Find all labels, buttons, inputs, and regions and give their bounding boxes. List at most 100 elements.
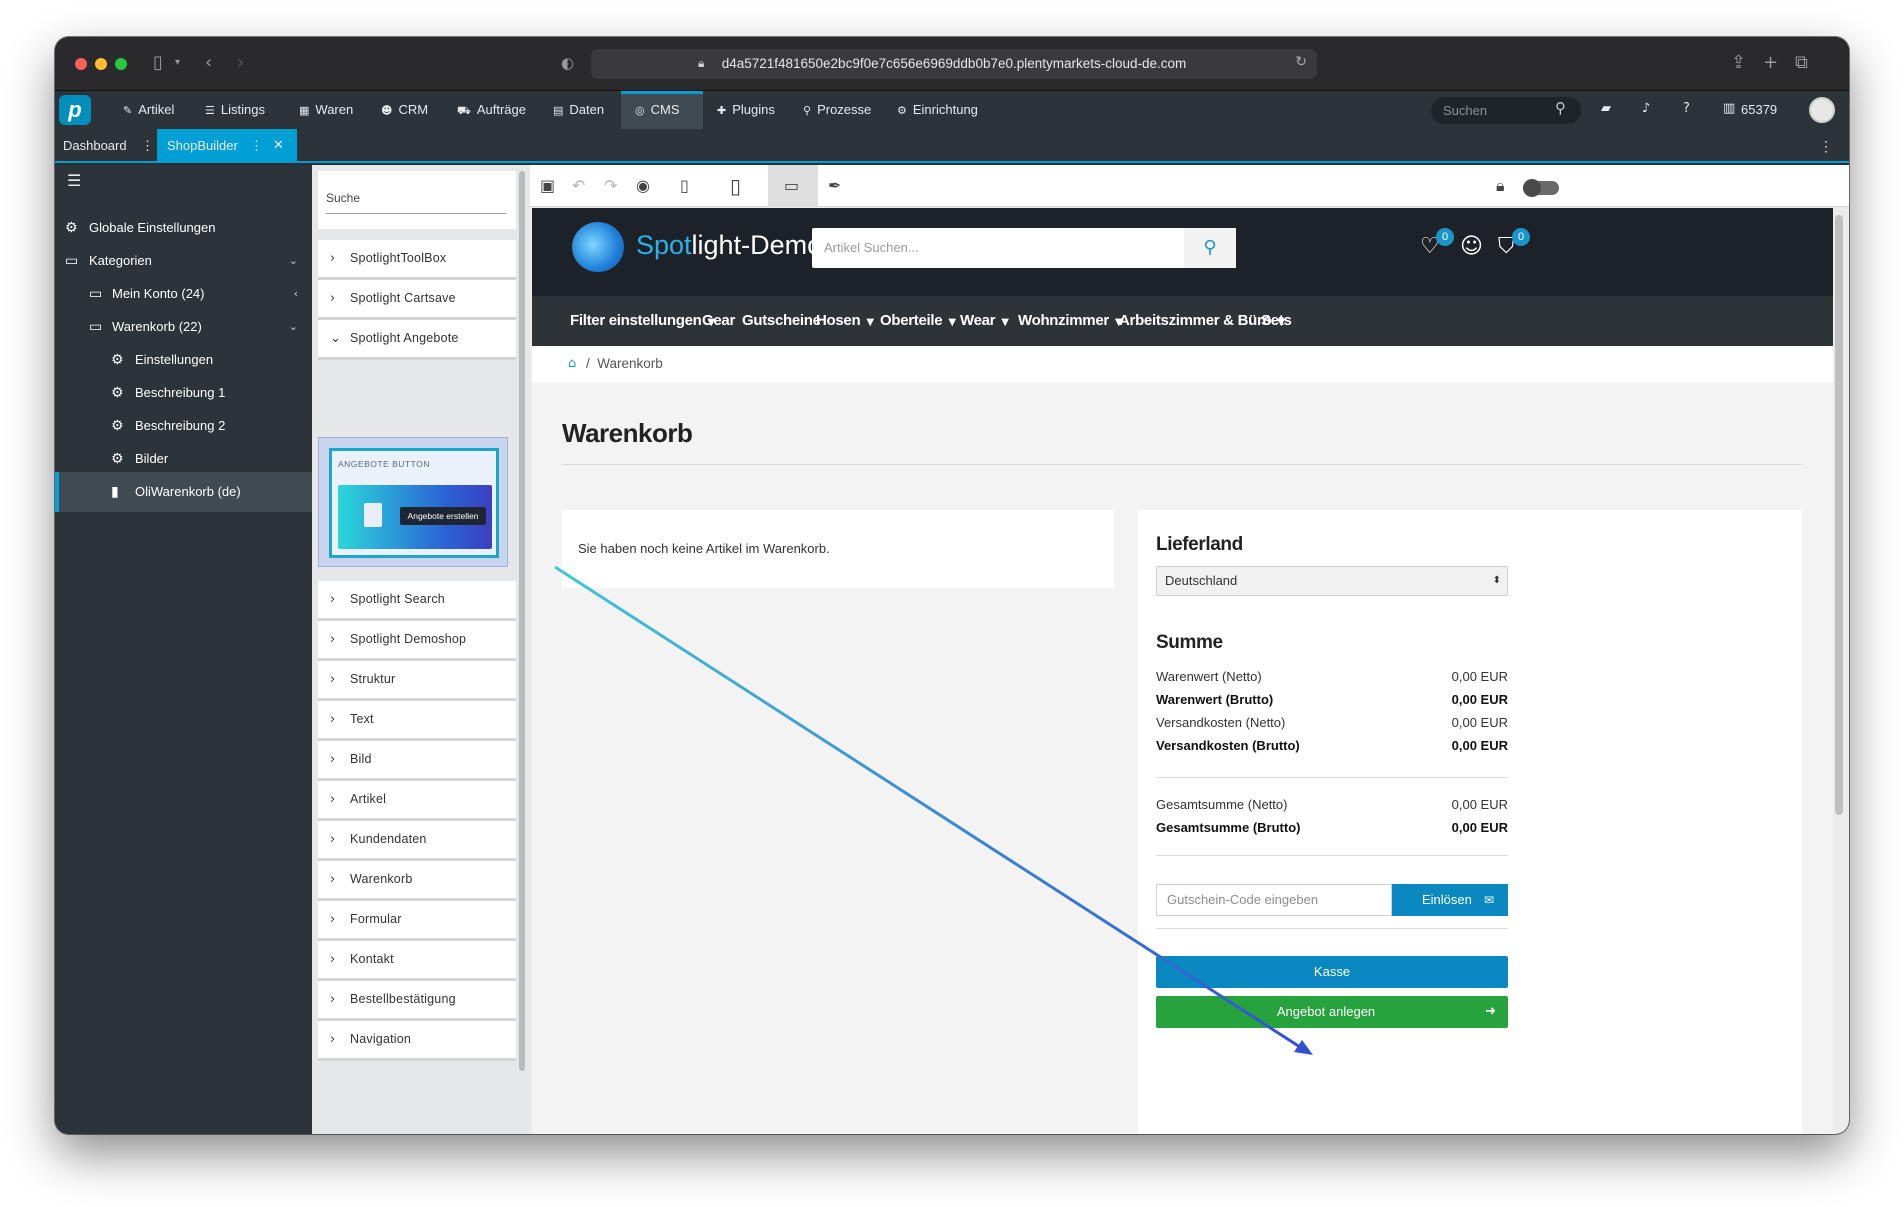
user-icon[interactable]: ☺: [1460, 234, 1483, 259]
bell-icon[interactable]: ♪: [1642, 101, 1650, 116]
widget-bestellbestaetigung[interactable]: › Bestellbestätigung: [318, 981, 516, 1021]
shop-logo-mark[interactable]: [572, 222, 624, 272]
breadcrumb-current[interactable]: / Warenkorb: [586, 346, 663, 382]
widget-spotlight-cartsave[interactable]: › Spotlight Cartsave: [318, 280, 516, 320]
widget-search-label: Suche: [326, 191, 361, 205]
nav-prozesse[interactable]: ⚲ Prozesse: [803, 91, 871, 129]
chevron-right-icon: ›: [330, 952, 336, 967]
eye-icon[interactable]: ◉: [636, 165, 650, 207]
widget-warenkorb[interactable]: › Warenkorb: [318, 861, 516, 901]
widget-spotlight-search[interactable]: › Spotlight Search: [318, 581, 516, 621]
country-select[interactable]: Deutschland ⬍: [1156, 566, 1508, 596]
search-icon[interactable]: ⚲: [1555, 99, 1566, 117]
shop-nav-arbeitszimmer[interactable]: Arbeitszimmer & Büro ▼: [1119, 296, 1285, 348]
global-search[interactable]: Suchen ⚲: [1431, 97, 1581, 124]
nav-cms[interactable]: ◎ CMS: [635, 91, 680, 129]
back-icon[interactable]: ‹: [205, 51, 212, 75]
nav-einrichtung[interactable]: ⚙ Einrichtung: [897, 91, 978, 129]
close-window-button[interactable]: [75, 58, 87, 70]
new-tab-icon[interactable]: +: [1763, 51, 1778, 75]
shop-nav-oberteile[interactable]: Oberteile ▼: [880, 296, 956, 348]
widget-panel-scrollbar[interactable]: [519, 171, 525, 1071]
shop-nav-wohnzimmer[interactable]: Wohnzimmer ▼: [1018, 296, 1123, 348]
tabs-overview-icon[interactable]: ⧉: [1795, 51, 1808, 75]
shop-nav-filter[interactable]: Filter einstellungen ▼: [570, 296, 715, 348]
shield-icon[interactable]: ◐: [561, 51, 574, 75]
file-icon: ▮: [111, 484, 119, 500]
home-icon[interactable]: ⌂: [568, 346, 576, 382]
widget-search[interactable]: Suche: [318, 171, 516, 229]
reload-icon[interactable]: ↻: [1295, 54, 1307, 70]
kebab-icon[interactable]: ⋮: [141, 129, 154, 163]
minimize-window-button[interactable]: [95, 58, 107, 70]
widget-preview-angebote-button[interactable]: ANGEBOTE BUTTON Angebote erstellen: [318, 437, 508, 567]
widget-spotlight-angebote[interactable]: ⌄ Spotlight Angebote: [318, 320, 516, 360]
widget-spotlight-demoshop[interactable]: › Spotlight Demoshop: [318, 621, 516, 661]
tablet-icon[interactable]: ▯: [730, 165, 741, 207]
shop-nav-gear[interactable]: Gear: [702, 296, 735, 346]
sidebar-item-oliwarenkorb[interactable]: ▮ OliWarenkorb (de): [55, 472, 312, 512]
widget-kundendaten[interactable]: › Kundendaten: [318, 821, 516, 861]
chat-icon[interactable]: ▰: [1601, 101, 1611, 116]
nav-listings[interactable]: ☰ Listings: [205, 91, 265, 129]
sidebar-toggle-icon[interactable]: ▯: [153, 51, 163, 75]
help-icon[interactable]: ?: [1683, 101, 1690, 116]
laptop-icon[interactable]: ▭: [784, 165, 799, 207]
address-bar[interactable]: 🔒︎ d4a5721f481650e2bc9f0e7c656e6969ddb0b…: [591, 49, 1317, 79]
shop-search-input[interactable]: Artikel Suchen... ⚲: [812, 228, 1236, 268]
nav-plugins[interactable]: ✚ Plugins: [717, 91, 775, 129]
redeem-button[interactable]: Einlösen ✉: [1392, 884, 1508, 916]
chevron-right-icon: ›: [330, 872, 336, 887]
widget-search-underline: [326, 213, 506, 214]
url-text[interactable]: d4a5721f481650e2bc9f0e7c656e6969ddb0b7e0…: [591, 49, 1317, 79]
coupon-input[interactable]: Gutschein-Code eingeben: [1156, 884, 1392, 916]
shopbuilder-sidebar: ☰ ⚙ Globale Einstellungen ▭ Kategorien ⌄…: [55, 165, 312, 1134]
account-number[interactable]: 65379: [1741, 91, 1777, 129]
widget-spotlighttoolbox[interactable]: › SpotlightToolBox: [318, 240, 516, 280]
mobile-icon[interactable]: ▯: [680, 165, 689, 207]
forward-icon[interactable]: ›: [237, 51, 244, 75]
nav-waren[interactable]: ▦ Waren: [299, 91, 353, 129]
edit-toggle[interactable]: [1523, 179, 1559, 197]
checkout-button[interactable]: Kasse: [1156, 956, 1508, 988]
undo-icon[interactable]: ↶: [572, 165, 585, 207]
avatar[interactable]: [1809, 97, 1835, 123]
widget-navigation[interactable]: › Navigation: [318, 1021, 516, 1061]
widget-formular[interactable]: › Formular: [318, 901, 516, 941]
widget-artikel[interactable]: › Artikel: [318, 781, 516, 821]
create-offer-button[interactable]: Angebot anlegen ➜: [1156, 996, 1508, 1028]
tab-dashboard[interactable]: Dashboard: [63, 129, 127, 163]
close-icon[interactable]: ✕: [273, 129, 284, 163]
redo-icon[interactable]: ↷: [604, 165, 617, 207]
nav-daten[interactable]: ▤ Daten: [553, 91, 604, 129]
kebab-icon[interactable]: ⋮: [1819, 129, 1833, 163]
widget-kontakt[interactable]: › Kontakt: [318, 941, 516, 981]
shop-nav-gutscheine[interactable]: Gutscheine: [742, 296, 821, 346]
maximize-window-button[interactable]: [115, 58, 127, 70]
chevron-down-icon[interactable]: ▾: [175, 51, 180, 75]
shop-nav-hosen[interactable]: Hosen ▼: [816, 296, 874, 348]
hamburger-icon[interactable]: ☰: [67, 171, 81, 190]
kebab-icon[interactable]: ⋮: [250, 129, 263, 163]
global-search-placeholder: Suchen: [1443, 103, 1488, 118]
nav-auftraege[interactable]: ⛟ Aufträge: [457, 91, 526, 129]
boxes-icon: ▦: [299, 104, 310, 117]
chevron-right-icon: ›: [330, 592, 336, 607]
search-icon[interactable]: ⚲: [1184, 228, 1236, 268]
cart-page: Warenkorb Sie haben noch keine Artikel i…: [532, 382, 1833, 1134]
shop-logo-text[interactable]: Spotlight-Demos: [636, 230, 836, 261]
widget-bild[interactable]: › Bild: [318, 741, 516, 781]
nav-artikel[interactable]: ✎ Artikel: [123, 91, 174, 129]
pen-icon[interactable]: ✒: [828, 165, 841, 207]
canvas-scrollbar[interactable]: [1835, 215, 1843, 815]
empty-cart-box: Sie haben noch keine Artikel im Warenkor…: [562, 510, 1114, 588]
share-icon[interactable]: ⇪: [1731, 51, 1746, 75]
shop-nav-wear[interactable]: Wear ▼: [960, 296, 1009, 348]
plenty-logo[interactable]: p: [59, 95, 91, 125]
nav-crm[interactable]: ☻ CRM: [381, 91, 428, 129]
save-icon[interactable]: ▣: [540, 165, 555, 207]
shop-nav-sets[interactable]: Sets: [1261, 296, 1292, 346]
widget-struktur[interactable]: › Struktur: [318, 661, 516, 701]
lock-icon[interactable]: 🔒︎: [1496, 165, 1505, 207]
widget-text[interactable]: › Text: [318, 701, 516, 741]
